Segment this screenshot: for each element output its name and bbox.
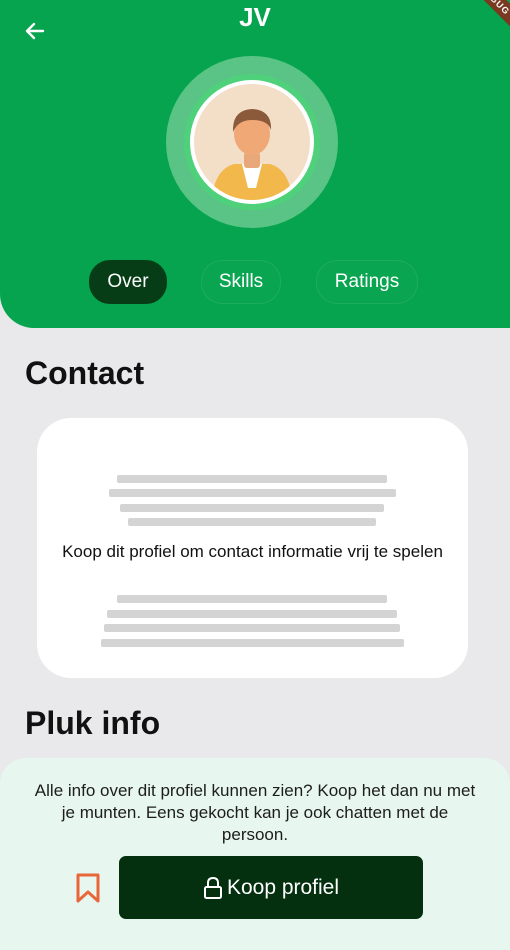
contact-card: Koop dit profiel om contact informatie v… xyxy=(37,418,468,678)
redacted-line xyxy=(128,518,376,526)
redacted-line xyxy=(109,489,396,497)
contact-section-title: Contact xyxy=(25,355,145,391)
redacted-line xyxy=(107,610,397,618)
tab-over[interactable]: Over xyxy=(89,260,167,304)
purchase-panel: Alle info over dit profiel kunnen zien? … xyxy=(0,758,510,950)
avatar xyxy=(190,80,314,204)
profile-header: DEBUG JV xyxy=(0,0,510,328)
purchase-message: Alle info over dit profiel kunnen zien? … xyxy=(34,781,476,844)
avatar-ring xyxy=(184,74,320,210)
redacted-line xyxy=(117,595,387,603)
buy-profile-label: Koop profiel xyxy=(226,875,340,899)
contact-locked-message: Koop dit profiel om contact informatie v… xyxy=(62,542,443,561)
pluk-info-section-title: Pluk info xyxy=(25,705,161,741)
redacted-line xyxy=(117,475,387,483)
user-avatar-icon xyxy=(194,84,310,200)
tab-skills[interactable]: Skills xyxy=(201,260,281,304)
tab-ratings[interactable]: Ratings xyxy=(316,260,418,304)
avatar-halo xyxy=(166,56,338,228)
lock-icon xyxy=(203,876,222,899)
buy-profile-button[interactable]: Koop profiel xyxy=(119,856,423,919)
redacted-line xyxy=(101,639,404,647)
redacted-line xyxy=(104,624,400,632)
page-title: JV xyxy=(239,2,271,32)
redacted-line xyxy=(120,504,384,512)
profile-tabs: Over Skills Ratings xyxy=(0,260,510,304)
bookmark-icon xyxy=(76,873,100,903)
bookmark-button[interactable] xyxy=(74,872,102,904)
